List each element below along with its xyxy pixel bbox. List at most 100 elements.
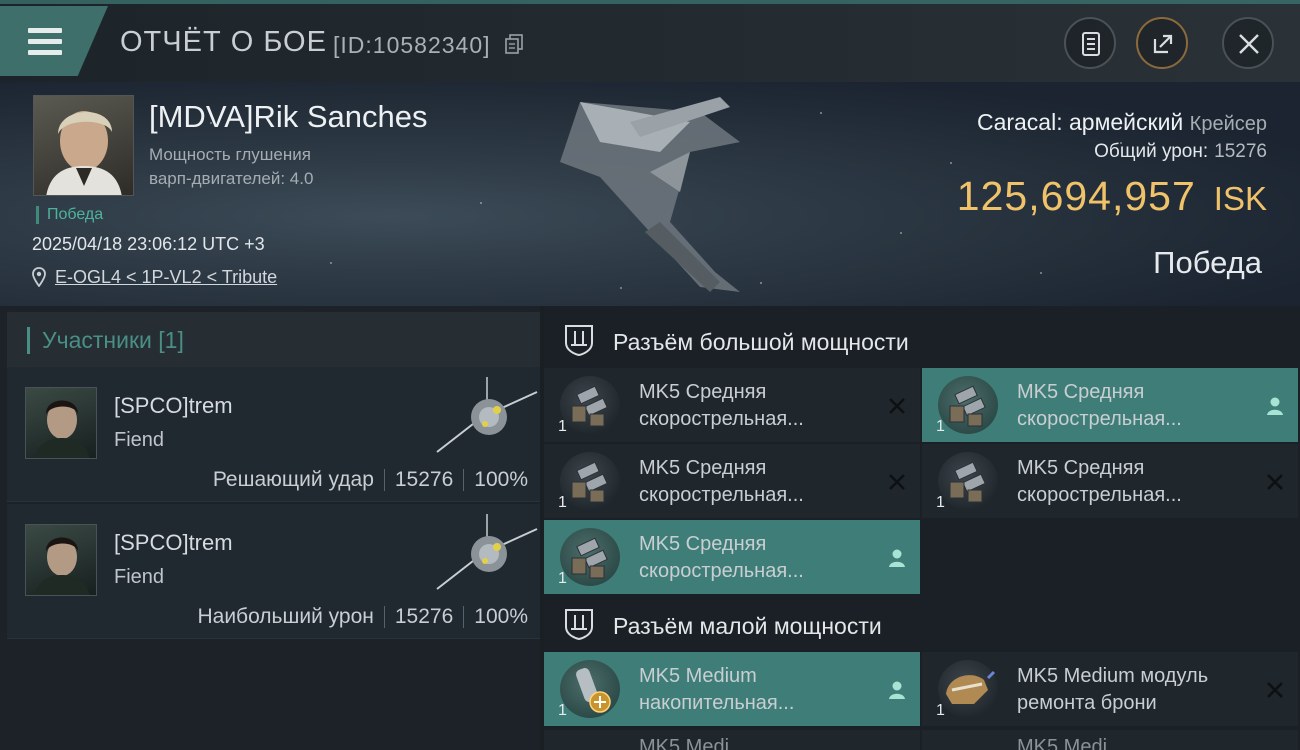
menu-icon <box>28 28 62 33</box>
attacker-portrait <box>34 537 90 595</box>
menu-button[interactable] <box>0 6 108 76</box>
avatar <box>25 387 97 459</box>
attacker-name[interactable]: [SPCO]trem <box>114 530 233 556</box>
module-name: MK5 Средняя скорострельная... <box>639 457 804 506</box>
destroyed-x-icon <box>1267 682 1283 698</box>
divider <box>463 469 465 492</box>
high-slot-title: Разъём большой мощности <box>613 329 909 355</box>
attacker-stats: Наибольший урон 15276 100% <box>197 605 528 629</box>
copy-icon[interactable] <box>505 34 523 54</box>
module-name: MK5 Medium модуль ремонта брони <box>1017 665 1209 714</box>
module-name: MK5 Средняя скорострельная... <box>639 533 804 582</box>
module-quantity: 1 <box>558 702 567 719</box>
attacker-card[interactable]: [SPCO]trem Fiend Решающий удар 15276 100% <box>7 367 540 502</box>
outcome-label: Победа <box>1153 245 1262 280</box>
victim-portrait[interactable] <box>33 95 134 196</box>
attacker-ship-render <box>436 377 538 453</box>
low-slot-title: Разъём малой мощности <box>613 613 882 639</box>
page-title: ОТЧЁТ О БОЕ <box>120 26 327 58</box>
attacker-percent: 100% <box>474 468 528 491</box>
victim-name[interactable]: [MDVA]Rik Sanches <box>149 99 428 135</box>
module-slot[interactable]: 1 MK5 Средняя скорострельная... <box>922 368 1298 442</box>
participants-header: Участники [1] <box>7 312 540 367</box>
module-icon <box>938 452 998 510</box>
ship-name-text: Caracal: армейский <box>976 109 1184 135</box>
dropped-person-icon <box>889 681 905 699</box>
module-name: MK5 Средняя скорострельная... <box>1017 381 1182 430</box>
module-name: MK5 Medi... <box>1017 736 1124 750</box>
damage-value: 15276 <box>1214 141 1267 162</box>
participants-title: Участники [1] <box>27 327 184 354</box>
dropped-person-icon <box>889 549 905 567</box>
location-link[interactable]: E-OGL4 < 1P-VL2 < Tribute <box>55 267 277 288</box>
isk-amount: 125,694,957 <box>956 173 1196 219</box>
dropped-person-icon <box>1267 397 1283 415</box>
module-icon <box>938 376 998 434</box>
attacker-damage: 15276 <box>394 605 454 628</box>
isk-value: 125,694,957 ISK <box>957 173 1267 220</box>
module-icon <box>560 452 620 510</box>
attacker-role: Наибольший урон <box>197 605 374 628</box>
ship-name[interactable]: Caracal: армейский Крейсер <box>977 109 1267 136</box>
module-icon <box>560 528 620 586</box>
turret-slot-icon <box>565 609 593 641</box>
total-damage: Общий урон: 15276 <box>1094 141 1267 163</box>
notes-button[interactable] <box>1064 17 1116 69</box>
result-tag: Победа <box>36 206 103 224</box>
module-quantity: 1 <box>558 494 567 511</box>
divider <box>463 606 465 629</box>
participants-panel: Участники [1] [SPCO]trem Fiend Решающий … <box>0 306 540 750</box>
menu-icon-bar <box>28 39 62 44</box>
destroyed-x-icon <box>1267 474 1283 490</box>
module-name: MK5 Medi... <box>639 736 746 750</box>
share-icon <box>1153 34 1173 54</box>
fitting-panel: Разъём большой мощности 1 MK5 Средняя скор… <box>544 306 1300 750</box>
avatar <box>46 111 122 195</box>
destroyed-x-icon <box>889 398 905 414</box>
close-button[interactable] <box>1222 17 1274 69</box>
module-slot-partial[interactable]: MK5 Medi... <box>922 730 1298 750</box>
module-slot[interactable]: 1 MK5 Medium модуль ремонта брони <box>922 652 1298 726</box>
ship-render <box>560 97 740 292</box>
module-slot[interactable]: 1 MK5 Medium накопительная... <box>544 652 920 726</box>
attacker-role: Решающий удар <box>212 468 374 491</box>
attribute-line: Мощность глушения <box>149 145 311 164</box>
attacker-ship-render <box>436 514 538 590</box>
attacker-name[interactable]: [SPCO]trem <box>114 393 233 419</box>
module-icon <box>560 660 620 718</box>
share-button[interactable] <box>1136 17 1188 69</box>
module-quantity: 1 <box>936 702 945 719</box>
module-slot[interactable]: 1 MK5 Средняя скорострельная... <box>544 368 920 442</box>
attacker-card[interactable]: [SPCO]trem Fiend Наибольший урон 15276 100… <box>7 504 540 639</box>
victim-attribute: Мощность глушения варп-двигателей: 4.0 <box>149 143 313 191</box>
module-quantity: 1 <box>558 418 567 435</box>
module-name: MK5 Medium накопительная... <box>639 665 795 714</box>
module-quantity: 1 <box>936 494 945 511</box>
module-icon <box>938 660 998 718</box>
attacker-ship: Fiend <box>114 566 165 588</box>
destroyed-x-icon <box>889 474 905 490</box>
kill-datetime: 2025/04/18 23:06:12 UTC +3 <box>32 234 265 254</box>
module-slot-partial[interactable]: MK5 Medi... <box>544 730 920 750</box>
menu-icon-bar <box>28 50 62 55</box>
attacker-portrait <box>34 400 90 458</box>
report-id: [ID:10582340] <box>333 32 491 58</box>
attacker-stats: Решающий удар 15276 100% <box>213 468 528 492</box>
attacker-ship: Fiend <box>114 429 165 451</box>
module-icon <box>560 376 620 434</box>
ship-class: Крейсер <box>1189 113 1267 135</box>
divider <box>383 606 385 629</box>
loss-banner: [MDVA]Rik Sanches Мощность глушения варп… <box>0 82 1300 306</box>
damage-label: Общий урон: <box>1094 141 1209 162</box>
avatar <box>25 524 97 596</box>
header-accent-line <box>0 0 1300 4</box>
module-slot[interactable]: 1 MK5 Средняя скорострельная... <box>922 444 1298 518</box>
clipboard-icon <box>1082 32 1100 56</box>
attacker-percent: 100% <box>474 605 528 628</box>
module-slot[interactable]: 1 MK5 Средняя скорострельная... <box>544 520 920 594</box>
module-quantity: 1 <box>558 570 567 587</box>
close-icon <box>1239 34 1259 54</box>
module-slot[interactable]: 1 MK5 Средняя скорострельная... <box>544 444 920 518</box>
attacker-damage: 15276 <box>394 468 454 491</box>
turret-slot-icon <box>565 325 593 357</box>
